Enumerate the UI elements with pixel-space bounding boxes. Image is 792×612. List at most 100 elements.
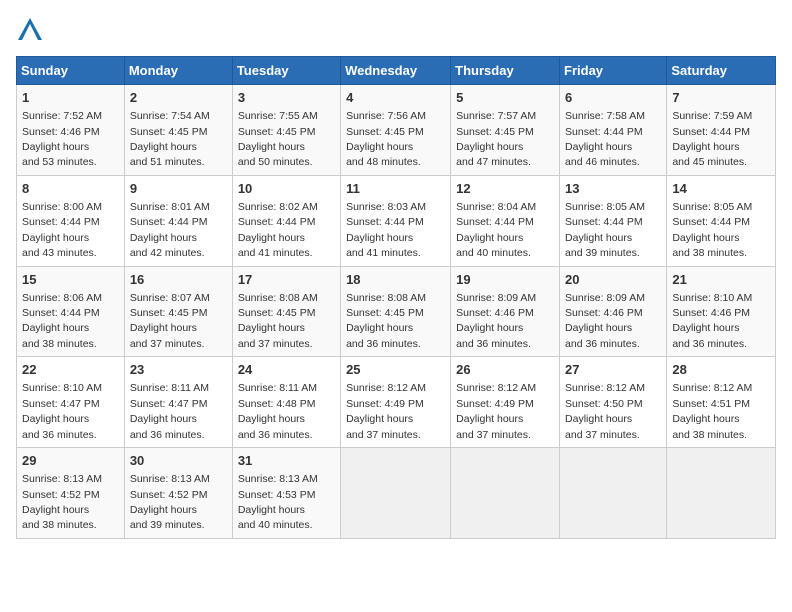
day-number: 29 <box>22 452 119 470</box>
cell-content: Sunrise: 8:13 AMSunset: 4:52 PMDaylight … <box>130 473 210 531</box>
day-number: 30 <box>130 452 227 470</box>
calendar-cell: 30 Sunrise: 8:13 AMSunset: 4:52 PMDaylig… <box>124 448 232 539</box>
calendar-table: SundayMondayTuesdayWednesdayThursdayFrid… <box>16 56 776 539</box>
cell-content: Sunrise: 8:10 AMSunset: 4:47 PMDaylight … <box>22 382 102 440</box>
day-number: 14 <box>672 180 770 198</box>
cell-content: Sunrise: 7:58 AMSunset: 4:44 PMDaylight … <box>565 110 645 168</box>
day-number: 18 <box>346 271 445 289</box>
cell-content: Sunrise: 7:59 AMSunset: 4:44 PMDaylight … <box>672 110 752 168</box>
weekday-header-wednesday: Wednesday <box>341 57 451 85</box>
cell-content: Sunrise: 8:11 AMSunset: 4:47 PMDaylight … <box>130 382 209 440</box>
cell-content: Sunrise: 7:57 AMSunset: 4:45 PMDaylight … <box>456 110 536 168</box>
calendar-cell: 7 Sunrise: 7:59 AMSunset: 4:44 PMDayligh… <box>667 85 776 176</box>
cell-content: Sunrise: 8:07 AMSunset: 4:45 PMDaylight … <box>130 292 210 350</box>
day-number: 23 <box>130 361 227 379</box>
cell-content: Sunrise: 8:01 AMSunset: 4:44 PMDaylight … <box>130 201 210 259</box>
weekday-header-saturday: Saturday <box>667 57 776 85</box>
day-number: 20 <box>565 271 661 289</box>
day-number: 13 <box>565 180 661 198</box>
cell-content: Sunrise: 8:11 AMSunset: 4:48 PMDaylight … <box>238 382 317 440</box>
calendar-cell: 8 Sunrise: 8:00 AMSunset: 4:44 PMDayligh… <box>17 175 125 266</box>
calendar-cell: 13 Sunrise: 8:05 AMSunset: 4:44 PMDaylig… <box>560 175 667 266</box>
day-number: 28 <box>672 361 770 379</box>
calendar-cell: 26 Sunrise: 8:12 AMSunset: 4:49 PMDaylig… <box>451 357 560 448</box>
cell-content: Sunrise: 8:13 AMSunset: 4:53 PMDaylight … <box>238 473 318 531</box>
calendar-cell: 3 Sunrise: 7:55 AMSunset: 4:45 PMDayligh… <box>232 85 340 176</box>
cell-content: Sunrise: 8:12 AMSunset: 4:49 PMDaylight … <box>346 382 426 440</box>
calendar-cell: 11 Sunrise: 8:03 AMSunset: 4:44 PMDaylig… <box>341 175 451 266</box>
calendar-header: SundayMondayTuesdayWednesdayThursdayFrid… <box>17 57 776 85</box>
calendar-cell: 27 Sunrise: 8:12 AMSunset: 4:50 PMDaylig… <box>560 357 667 448</box>
weekday-header-thursday: Thursday <box>451 57 560 85</box>
calendar-cell: 15 Sunrise: 8:06 AMSunset: 4:44 PMDaylig… <box>17 266 125 357</box>
day-number: 6 <box>565 89 661 107</box>
cell-content: Sunrise: 8:08 AMSunset: 4:45 PMDaylight … <box>238 292 318 350</box>
calendar-week-1: 1 Sunrise: 7:52 AMSunset: 4:46 PMDayligh… <box>17 85 776 176</box>
calendar-cell: 9 Sunrise: 8:01 AMSunset: 4:44 PMDayligh… <box>124 175 232 266</box>
cell-content: Sunrise: 8:05 AMSunset: 4:44 PMDaylight … <box>565 201 645 259</box>
calendar-cell: 24 Sunrise: 8:11 AMSunset: 4:48 PMDaylig… <box>232 357 340 448</box>
calendar-cell: 1 Sunrise: 7:52 AMSunset: 4:46 PMDayligh… <box>17 85 125 176</box>
calendar-cell: 29 Sunrise: 8:13 AMSunset: 4:52 PMDaylig… <box>17 448 125 539</box>
cell-content: Sunrise: 7:52 AMSunset: 4:46 PMDaylight … <box>22 110 102 168</box>
cell-content: Sunrise: 7:55 AMSunset: 4:45 PMDaylight … <box>238 110 318 168</box>
cell-content: Sunrise: 8:13 AMSunset: 4:52 PMDaylight … <box>22 473 102 531</box>
cell-content: Sunrise: 8:12 AMSunset: 4:50 PMDaylight … <box>565 382 645 440</box>
day-number: 7 <box>672 89 770 107</box>
day-number: 21 <box>672 271 770 289</box>
day-number: 15 <box>22 271 119 289</box>
calendar-cell <box>451 448 560 539</box>
calendar-cell: 6 Sunrise: 7:58 AMSunset: 4:44 PMDayligh… <box>560 85 667 176</box>
day-number: 4 <box>346 89 445 107</box>
cell-content: Sunrise: 8:12 AMSunset: 4:49 PMDaylight … <box>456 382 536 440</box>
cell-content: Sunrise: 8:09 AMSunset: 4:46 PMDaylight … <box>565 292 645 350</box>
calendar-week-5: 29 Sunrise: 8:13 AMSunset: 4:52 PMDaylig… <box>17 448 776 539</box>
calendar-cell: 22 Sunrise: 8:10 AMSunset: 4:47 PMDaylig… <box>17 357 125 448</box>
day-number: 3 <box>238 89 335 107</box>
day-number: 8 <box>22 180 119 198</box>
day-number: 2 <box>130 89 227 107</box>
cell-content: Sunrise: 8:10 AMSunset: 4:46 PMDaylight … <box>672 292 752 350</box>
calendar-cell: 19 Sunrise: 8:09 AMSunset: 4:46 PMDaylig… <box>451 266 560 357</box>
calendar-cell: 16 Sunrise: 8:07 AMSunset: 4:45 PMDaylig… <box>124 266 232 357</box>
calendar-cell: 14 Sunrise: 8:05 AMSunset: 4:44 PMDaylig… <box>667 175 776 266</box>
day-number: 1 <box>22 89 119 107</box>
day-number: 19 <box>456 271 554 289</box>
calendar-cell <box>341 448 451 539</box>
day-number: 24 <box>238 361 335 379</box>
cell-content: Sunrise: 8:06 AMSunset: 4:44 PMDaylight … <box>22 292 102 350</box>
calendar-cell: 20 Sunrise: 8:09 AMSunset: 4:46 PMDaylig… <box>560 266 667 357</box>
weekday-header-sunday: Sunday <box>17 57 125 85</box>
calendar-cell <box>560 448 667 539</box>
calendar-cell: 5 Sunrise: 7:57 AMSunset: 4:45 PMDayligh… <box>451 85 560 176</box>
calendar-cell: 25 Sunrise: 8:12 AMSunset: 4:49 PMDaylig… <box>341 357 451 448</box>
weekday-header-tuesday: Tuesday <box>232 57 340 85</box>
logo-icon <box>16 16 44 44</box>
day-number: 16 <box>130 271 227 289</box>
day-number: 11 <box>346 180 445 198</box>
page-header <box>16 16 776 44</box>
logo <box>16 16 48 44</box>
day-number: 25 <box>346 361 445 379</box>
calendar-cell: 28 Sunrise: 8:12 AMSunset: 4:51 PMDaylig… <box>667 357 776 448</box>
calendar-cell: 17 Sunrise: 8:08 AMSunset: 4:45 PMDaylig… <box>232 266 340 357</box>
cell-content: Sunrise: 8:04 AMSunset: 4:44 PMDaylight … <box>456 201 536 259</box>
calendar-cell <box>667 448 776 539</box>
calendar-cell: 12 Sunrise: 8:04 AMSunset: 4:44 PMDaylig… <box>451 175 560 266</box>
cell-content: Sunrise: 8:00 AMSunset: 4:44 PMDaylight … <box>22 201 102 259</box>
calendar-cell: 4 Sunrise: 7:56 AMSunset: 4:45 PMDayligh… <box>341 85 451 176</box>
calendar-cell: 2 Sunrise: 7:54 AMSunset: 4:45 PMDayligh… <box>124 85 232 176</box>
cell-content: Sunrise: 7:56 AMSunset: 4:45 PMDaylight … <box>346 110 426 168</box>
calendar-cell: 18 Sunrise: 8:08 AMSunset: 4:45 PMDaylig… <box>341 266 451 357</box>
day-number: 27 <box>565 361 661 379</box>
calendar-cell: 31 Sunrise: 8:13 AMSunset: 4:53 PMDaylig… <box>232 448 340 539</box>
day-number: 17 <box>238 271 335 289</box>
calendar-week-2: 8 Sunrise: 8:00 AMSunset: 4:44 PMDayligh… <box>17 175 776 266</box>
calendar-week-3: 15 Sunrise: 8:06 AMSunset: 4:44 PMDaylig… <box>17 266 776 357</box>
cell-content: Sunrise: 8:03 AMSunset: 4:44 PMDaylight … <box>346 201 426 259</box>
cell-content: Sunrise: 8:05 AMSunset: 4:44 PMDaylight … <box>672 201 752 259</box>
weekday-header-monday: Monday <box>124 57 232 85</box>
cell-content: Sunrise: 8:09 AMSunset: 4:46 PMDaylight … <box>456 292 536 350</box>
calendar-cell: 23 Sunrise: 8:11 AMSunset: 4:47 PMDaylig… <box>124 357 232 448</box>
day-number: 31 <box>238 452 335 470</box>
